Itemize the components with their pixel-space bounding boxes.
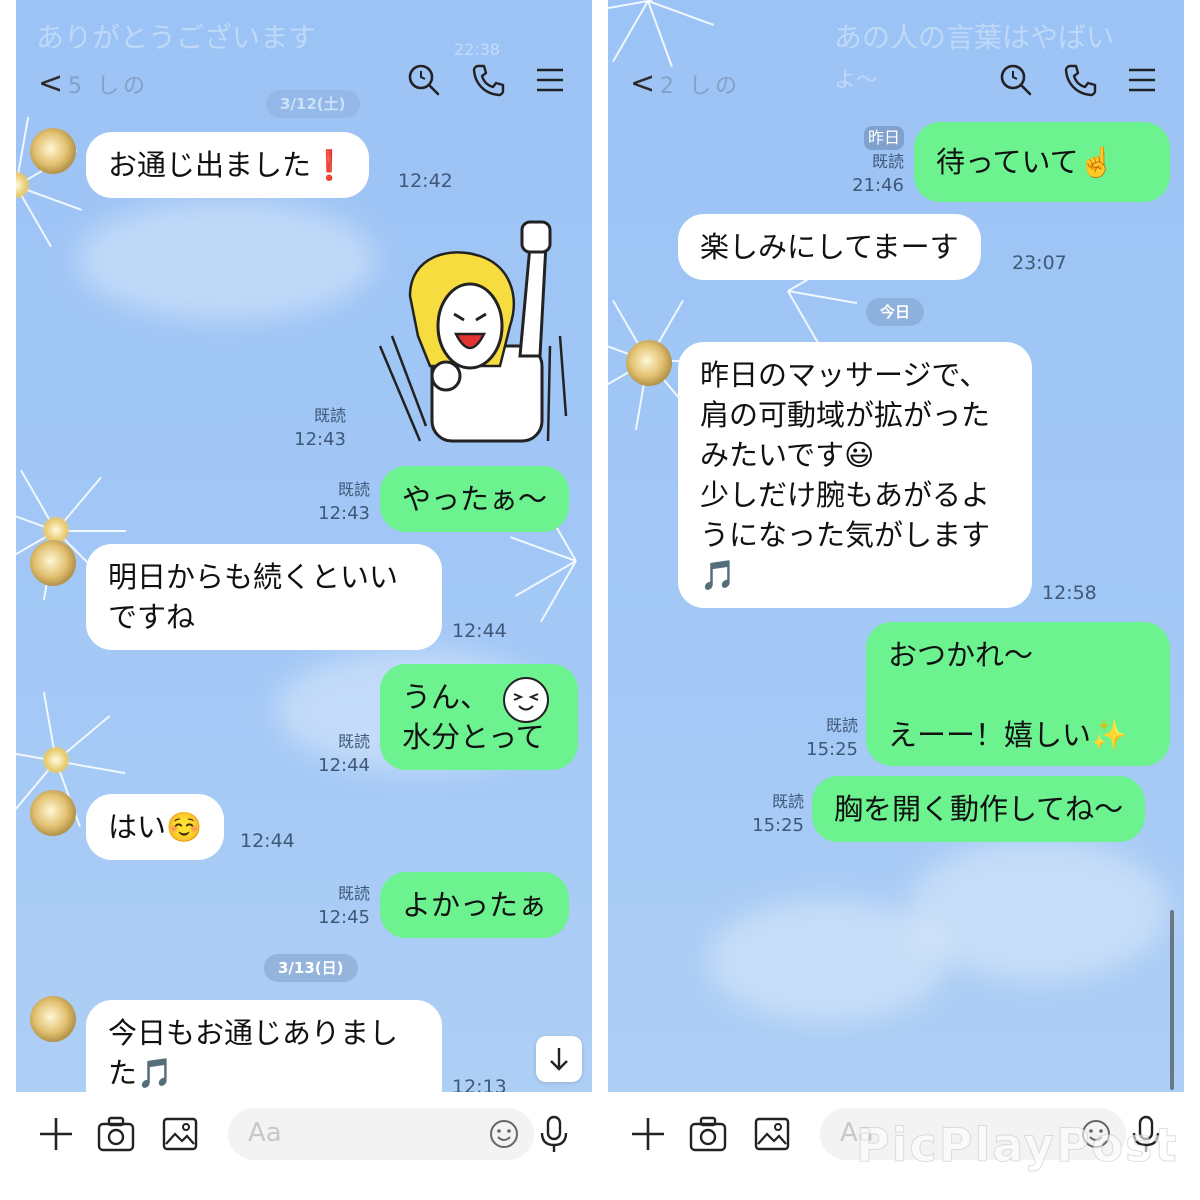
- message-meta: 昨日 既読 21:46: [844, 126, 904, 198]
- cheering-sticker[interactable]: [370, 216, 570, 446]
- sent-message: 待っていて☝️: [914, 122, 1170, 202]
- read-receipt: 既読: [337, 884, 370, 903]
- scroll-to-bottom-button[interactable]: [536, 1036, 582, 1082]
- message-meta: 既読 12:45: [310, 882, 370, 930]
- message-time: 12:58: [1042, 582, 1097, 604]
- scrollbar[interactable]: [1170, 910, 1174, 1090]
- phone-icon[interactable]: [1062, 62, 1098, 98]
- contact-name[interactable]: 2 しの: [660, 68, 741, 100]
- back-button[interactable]: <: [38, 66, 63, 101]
- read-receipt: 既読: [771, 792, 804, 811]
- notification-ghost-text: あの人の言葉はやばい: [834, 21, 1115, 54]
- image-icon[interactable]: [752, 1114, 792, 1154]
- input-toolbar: Aa: [16, 1092, 592, 1200]
- avatar[interactable]: [30, 128, 76, 174]
- sent-message: 胸を開く動作してね〜: [812, 776, 1146, 842]
- message-time: 15:25: [752, 815, 804, 836]
- microphone-icon[interactable]: [534, 1114, 574, 1154]
- message-input[interactable]: Aa: [228, 1108, 534, 1160]
- received-message: 明日からも続くといい ですね: [86, 544, 442, 650]
- read-receipt: 既読: [825, 716, 858, 735]
- received-message: お通じ出ました❗: [86, 132, 370, 198]
- received-message: 楽しみにしてまーす: [678, 214, 981, 280]
- sent-message: やったぁ〜: [380, 466, 570, 532]
- message-meta: 既読 15:25: [798, 714, 858, 762]
- received-message: 昨日のマッサージで、 肩の可動域が拡がった みたいです😃 少しだけ腕もあがるよ …: [678, 342, 1032, 608]
- phone-icon[interactable]: [470, 62, 506, 98]
- notification-ghost-text: よ〜: [834, 68, 879, 93]
- plus-icon[interactable]: [628, 1114, 668, 1154]
- message-time: 15:25: [806, 739, 858, 760]
- avatar[interactable]: [626, 340, 672, 386]
- menu-icon[interactable]: [1124, 62, 1160, 98]
- chat-header: あの人の言葉はやばい よ〜 < 2 しの: [608, 21, 1184, 120]
- sent-message: おつかれ〜 えーー！嬉しい✨: [866, 622, 1170, 766]
- image-icon[interactable]: [160, 1114, 200, 1154]
- message-time: 12:42: [398, 170, 453, 192]
- message-time: 12:45: [318, 907, 370, 928]
- date-separator: 今日: [866, 298, 925, 326]
- message-meta: 既読 12:43: [286, 404, 346, 452]
- search-icon[interactable]: [998, 62, 1034, 98]
- search-icon[interactable]: [406, 62, 442, 98]
- message-meta: 既読 15:25: [744, 790, 804, 838]
- message-time: 12:44: [240, 830, 295, 852]
- laughing-face-sticker: [503, 677, 549, 723]
- camera-icon[interactable]: [688, 1114, 728, 1154]
- read-receipt: 既読: [313, 406, 346, 425]
- chat-screen-left: ありがとうございます 22:38 < 5 しの 3/12(土) お通じ出ました❗…: [16, 0, 592, 1200]
- back-button[interactable]: <: [630, 66, 655, 101]
- emoji-icon[interactable]: [488, 1118, 520, 1150]
- notification-ghost-text: ありがとうございます: [36, 21, 317, 54]
- arrow-down-icon: [550, 1048, 568, 1071]
- chat-screen-right: あの人の言葉はやばい よ〜 < 2 しの 昨日 既読 21:46 待っていて☝️…: [608, 0, 1184, 1200]
- sent-message: よかったぁ: [380, 872, 570, 938]
- plus-icon[interactable]: [36, 1114, 76, 1154]
- avatar[interactable]: [30, 540, 76, 586]
- contact-name[interactable]: 5 しの: [68, 68, 149, 100]
- notification-ghost-time: 22:38: [454, 40, 501, 59]
- avatar[interactable]: [30, 996, 76, 1042]
- message-time: 12:43: [318, 503, 370, 524]
- read-receipt: 既読: [337, 732, 370, 751]
- message-meta: 既読 12:44: [310, 730, 370, 778]
- day-label: 昨日: [863, 126, 904, 150]
- message-time: 21:46: [852, 175, 904, 196]
- read-receipt: 既読: [871, 152, 904, 171]
- date-separator: 3/13(日): [264, 954, 358, 982]
- message-meta: 既読 12:43: [310, 478, 370, 526]
- menu-icon[interactable]: [532, 62, 568, 98]
- avatar[interactable]: [30, 790, 76, 836]
- message-time: 12:44: [318, 755, 370, 776]
- message-time: 12:44: [452, 620, 507, 642]
- watermark: PicPlayPost: [856, 1118, 1179, 1173]
- message-input-placeholder: Aa: [248, 1118, 282, 1148]
- message-time: 23:07: [1012, 252, 1067, 274]
- message-time: 12:43: [294, 429, 346, 450]
- read-receipt: 既読: [337, 480, 370, 499]
- camera-icon[interactable]: [96, 1114, 136, 1154]
- date-separator: 3/12(土): [266, 90, 360, 118]
- received-message: はい☺️: [86, 794, 225, 860]
